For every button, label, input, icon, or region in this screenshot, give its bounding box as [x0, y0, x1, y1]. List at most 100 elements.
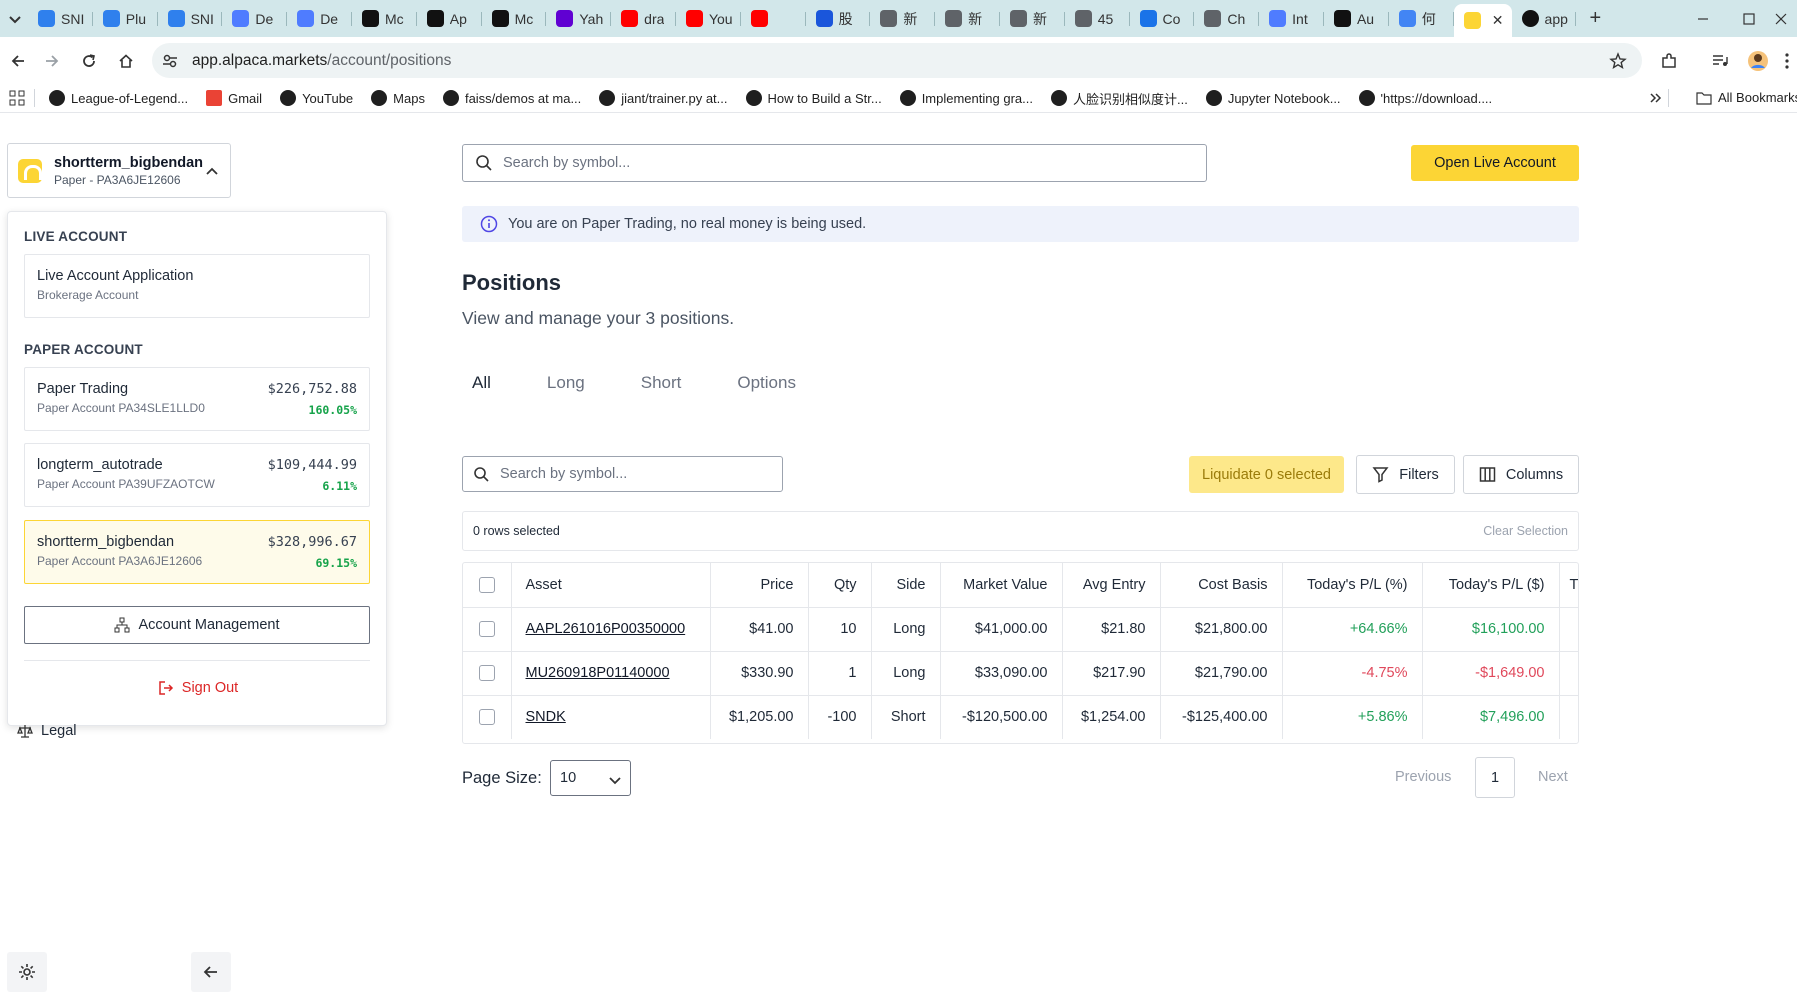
- browser-tab-active[interactable]: ✕: [1453, 4, 1512, 37]
- account-management-button[interactable]: Account Management: [24, 606, 370, 644]
- paper-account-card-selected[interactable]: shortterm_bigbendan Paper Account PA3A6J…: [24, 520, 370, 584]
- column-header-avg-entry[interactable]: Avg Entry: [1062, 563, 1161, 608]
- bookmark-item[interactable]: How to Build a Str...: [745, 90, 882, 106]
- browser-menu-button[interactable]: [1778, 47, 1796, 75]
- home-button[interactable]: [112, 47, 140, 75]
- browser-tab[interactable]: 何: [1389, 4, 1454, 34]
- browser-tab[interactable]: Yah: [546, 4, 611, 34]
- bookmark-item[interactable]: YouTube: [280, 90, 353, 106]
- asset-link[interactable]: AAPL261016P00350000: [526, 621, 686, 637]
- more-bookmarks-button[interactable]: [1648, 91, 1662, 105]
- column-header-side[interactable]: Side: [871, 563, 941, 608]
- bookmark-item[interactable]: 人脸识别相似度计...: [1050, 89, 1188, 108]
- collapse-sidebar-button[interactable]: [191, 952, 231, 992]
- bookmark-item[interactable]: Maps: [371, 90, 425, 106]
- asset-link[interactable]: SNDK: [526, 709, 566, 725]
- bookmark-item[interactable]: League-of-Legend...: [49, 90, 188, 106]
- column-header-truncated[interactable]: T: [1559, 563, 1578, 608]
- browser-tab[interactable]: SNI: [28, 4, 93, 34]
- browser-tab[interactable]: Mc: [352, 4, 417, 34]
- column-header-qty[interactable]: Qty: [808, 563, 872, 608]
- row-checkbox[interactable]: [463, 607, 512, 652]
- sidebar-item-legal[interactable]: Legal: [17, 723, 76, 739]
- extensions-button[interactable]: [1655, 47, 1683, 75]
- row-checkbox[interactable]: [463, 651, 512, 696]
- column-header-asset[interactable]: Asset: [511, 563, 711, 608]
- minimize-button[interactable]: [1680, 0, 1726, 37]
- browser-tab[interactable]: Au: [1324, 4, 1389, 34]
- table-search-bar[interactable]: [462, 456, 783, 492]
- bookmark-item[interactable]: jiant/trainer.py at...: [599, 90, 728, 106]
- page-number-button[interactable]: 1: [1475, 757, 1515, 798]
- browser-tab[interactable]: 股: [806, 4, 871, 34]
- close-tab-icon[interactable]: ✕: [1492, 12, 1504, 29]
- browser-tab[interactable]: Ap: [417, 4, 482, 34]
- profile-avatar[interactable]: [1744, 47, 1772, 75]
- table-search-input[interactable]: [500, 466, 756, 482]
- media-controls-button[interactable]: [1706, 47, 1734, 75]
- pl-pct-cell: -4.75%: [1282, 651, 1423, 696]
- browser-tab[interactable]: [741, 4, 806, 34]
- browser-tab[interactable]: 45: [1065, 4, 1130, 34]
- columns-button[interactable]: Columns: [1463, 455, 1579, 494]
- live-account-application-card[interactable]: Live Account Application Brokerage Accou…: [24, 254, 370, 318]
- settings-button[interactable]: [7, 952, 47, 992]
- reload-button[interactable]: [75, 47, 103, 75]
- all-bookmarks-folder[interactable]: All Bookmarks: [1696, 90, 1797, 105]
- tab-options[interactable]: Options: [727, 373, 806, 393]
- forward-button[interactable]: [38, 47, 66, 75]
- liquidate-selected-button[interactable]: Liquidate 0 selected: [1189, 456, 1344, 493]
- browser-tab[interactable]: Co: [1130, 4, 1195, 34]
- tab-short[interactable]: Short: [631, 373, 692, 393]
- tab-search-button[interactable]: [2, 6, 28, 32]
- browser-tab[interactable]: 新: [1000, 4, 1065, 34]
- asset-link[interactable]: MU260918P01140000: [526, 665, 670, 681]
- browser-tab[interactable]: dra: [611, 4, 676, 34]
- site-settings-icon[interactable]: [160, 51, 180, 71]
- tab-title: Ap: [449, 10, 467, 27]
- column-header-price[interactable]: Price: [710, 563, 809, 608]
- clear-selection-button[interactable]: Clear Selection: [1483, 524, 1568, 538]
- address-bar[interactable]: app.alpaca.markets/account/positions: [152, 43, 1642, 78]
- column-header-cost-basis[interactable]: Cost Basis: [1160, 563, 1283, 608]
- symbol-search-input[interactable]: [503, 155, 1098, 171]
- browser-tab[interactable]: Plu: [93, 4, 158, 34]
- browser-tab[interactable]: SNI: [158, 4, 223, 34]
- paper-account-card[interactable]: Paper Trading Paper Account PA34SLE1LLD0…: [24, 367, 370, 431]
- column-header-today-pl-pct[interactable]: Today's P/L (%): [1282, 563, 1423, 608]
- paper-account-card[interactable]: longterm_autotrade Paper Account PA39UFZ…: [24, 443, 370, 507]
- back-button[interactable]: [4, 47, 32, 75]
- browser-tab[interactable]: app: [1512, 4, 1577, 34]
- browser-tab[interactable]: Ch: [1194, 4, 1259, 34]
- apps-button[interactable]: [0, 90, 34, 106]
- bookmark-item[interactable]: Jupyter Notebook...: [1205, 90, 1341, 106]
- browser-tab[interactable]: You: [676, 4, 741, 34]
- new-tab-button[interactable]: +: [1580, 7, 1610, 30]
- tab-long[interactable]: Long: [537, 373, 595, 393]
- browser-tab[interactable]: Mc: [482, 4, 547, 34]
- page-size-select[interactable]: 10: [550, 760, 631, 796]
- filters-button[interactable]: Filters: [1356, 455, 1455, 494]
- tab-all[interactable]: All: [462, 373, 501, 393]
- browser-tab[interactable]: De: [287, 4, 352, 34]
- sign-out-button[interactable]: Sign Out: [8, 680, 388, 696]
- open-live-account-button[interactable]: Open Live Account: [1411, 145, 1579, 181]
- browser-tab[interactable]: 新: [935, 4, 1000, 34]
- previous-page-button[interactable]: Previous: [1395, 769, 1451, 785]
- row-checkbox[interactable]: [463, 695, 512, 739]
- column-header-market-value[interactable]: Market Value: [940, 563, 1063, 608]
- bookmark-item[interactable]: Gmail: [206, 90, 262, 106]
- account-switcher[interactable]: shortterm_bigbendan Paper - PA3A6JE12606: [7, 143, 231, 198]
- symbol-search-bar[interactable]: [462, 144, 1207, 182]
- browser-tab[interactable]: Int: [1259, 4, 1324, 34]
- next-page-button[interactable]: Next: [1538, 769, 1568, 785]
- bookmark-star-button[interactable]: [1604, 47, 1632, 75]
- browser-tab[interactable]: 新: [870, 4, 935, 34]
- column-header-today-pl-usd[interactable]: Today's P/L ($): [1422, 563, 1560, 608]
- bookmark-item[interactable]: Implementing gra...: [899, 90, 1033, 106]
- bookmark-item[interactable]: faiss/demos at ma...: [442, 90, 581, 106]
- browser-tab[interactable]: De: [222, 4, 287, 34]
- select-all-checkbox[interactable]: [463, 563, 512, 608]
- close-window-button[interactable]: [1765, 0, 1797, 37]
- bookmark-item[interactable]: 'https://download....: [1358, 90, 1492, 106]
